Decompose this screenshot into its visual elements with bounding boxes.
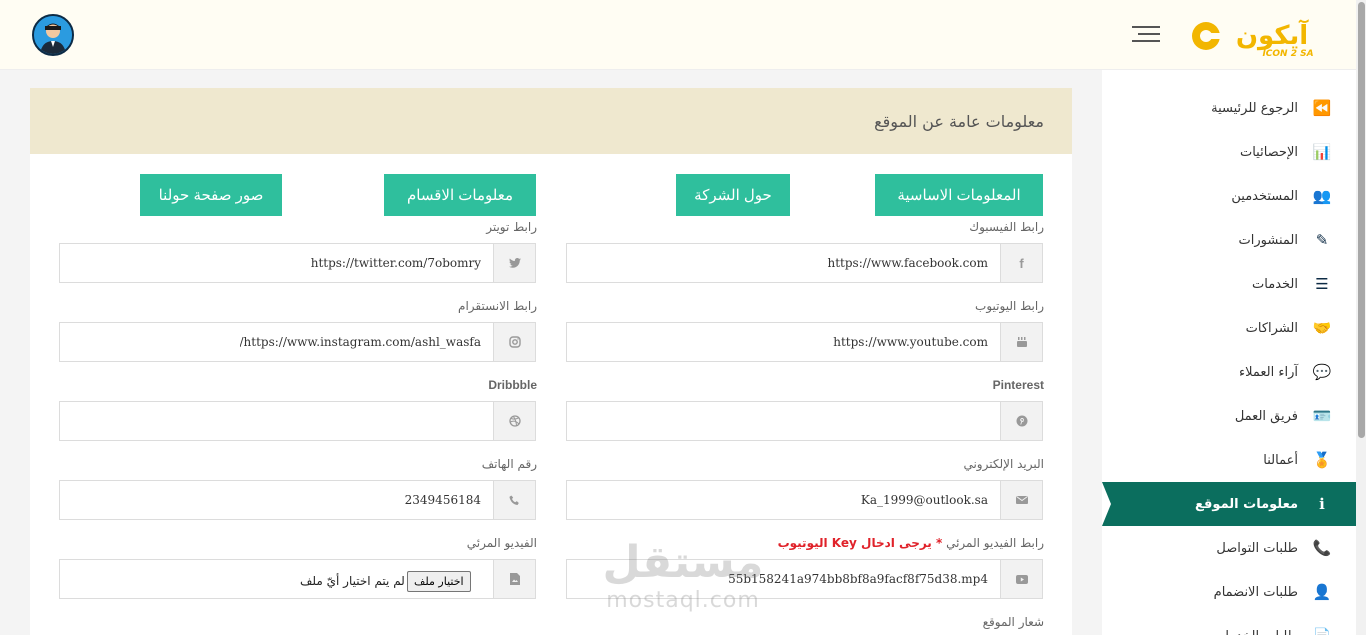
- video-file-label: الفيديو المرئي: [466, 536, 537, 550]
- envelope-icon: [1000, 481, 1042, 519]
- instagram-icon: [493, 323, 535, 361]
- sidebar-item-12[interactable]: طلبات الخدمات 📄: [1102, 614, 1356, 635]
- sidebar-item-9[interactable]: معلومات الموقع ℹ: [1102, 482, 1356, 526]
- video-file-field[interactable]: لم يتم اختيار أيّ ملف اختيار ملف: [59, 559, 536, 599]
- sidebar-item-0[interactable]: الرجوع للرئيسية ⏪: [1102, 86, 1356, 130]
- instagram-value: https://www.instagram.com/ashl_wasfa/: [239, 335, 482, 349]
- sidebar-item-3[interactable]: المنشورات ✎: [1102, 218, 1356, 262]
- youtube-field[interactable]: https://www.youtube.com: [566, 322, 1043, 362]
- twitter-icon: [493, 244, 535, 282]
- list-icon: ☰: [1315, 275, 1329, 293]
- edit-icon: ✎: [1315, 231, 1329, 249]
- video-play-icon: [1000, 560, 1042, 598]
- file-icon: 📄: [1312, 626, 1332, 635]
- comment-icon: 💬: [1312, 363, 1332, 381]
- site-logo[interactable]: آيكون ICON 2 SA: [1186, 10, 1330, 60]
- sidebar-item-10[interactable]: طلبات التواصل 📞: [1102, 526, 1356, 570]
- user-avatar-icon: [34, 16, 72, 54]
- facebook-field[interactable]: f https://www.facebook.com: [566, 243, 1043, 283]
- watermark: مستقل mostaql.com: [598, 538, 768, 622]
- menu-toggle-icon[interactable]: [1132, 26, 1160, 44]
- youtube-label: رابط اليوتيوب: [975, 299, 1044, 313]
- tab-about-company[interactable]: حول الشركة: [676, 174, 790, 216]
- sidebar-item-label: الشراكات: [1245, 320, 1298, 336]
- tab-sections-info[interactable]: معلومات الاقسام: [384, 174, 536, 216]
- id-badge-icon: 🪪: [1312, 407, 1332, 425]
- facebook-label: رابط الفيسبوك: [969, 220, 1044, 234]
- sidebar-item-1[interactable]: الإحصائيات 📊: [1102, 130, 1356, 174]
- phone-label: رقم الهاتف: [481, 457, 537, 471]
- dribbble-icon: [493, 402, 535, 440]
- facebook-value: https://www.facebook.com: [827, 256, 988, 270]
- email-label: البريد الإلكتروني: [963, 457, 1044, 471]
- sidebar-item-label: الإحصائيات: [1239, 144, 1298, 160]
- file-status-text: لم يتم اختيار أيّ ملف: [300, 574, 405, 588]
- sidebar-item-label: أعمالنا: [1263, 452, 1298, 468]
- instagram-label: رابط الانستقرام: [458, 299, 537, 313]
- sidebar-item-label: معلومات الموقع: [1195, 496, 1298, 512]
- sidebar-item-label: الخدمات: [1252, 276, 1298, 292]
- scrollbar-thumb[interactable]: [1358, 2, 1365, 438]
- choose-file-button[interactable]: اختيار ملف: [407, 571, 471, 592]
- page-title: معلومات عامة عن الموقع: [874, 111, 1044, 131]
- handshake-icon: 🤝: [1312, 319, 1332, 337]
- phone-value: 2349456184: [404, 493, 481, 507]
- youtube-icon: [1000, 323, 1042, 361]
- top-header: آيكون ICON 2 SA: [0, 0, 1356, 70]
- file-image-icon: [493, 560, 535, 598]
- sidebar-item-label: طلبات التواصل: [1216, 540, 1298, 556]
- dribbble-field[interactable]: [59, 401, 536, 441]
- user-avatar[interactable]: [32, 14, 74, 56]
- instagram-field[interactable]: https://www.instagram.com/ashl_wasfa/: [59, 322, 536, 362]
- user-icon: 👤: [1312, 583, 1332, 601]
- users-icon: 👥: [1312, 187, 1332, 205]
- twitter-field[interactable]: https://twitter.com/7obomry: [59, 243, 536, 283]
- pinterest-label: Pinterest: [992, 378, 1044, 392]
- sidebar-item-4[interactable]: الخدمات ☰: [1102, 262, 1356, 306]
- sidebar-item-label: آراء العملاء: [1239, 364, 1298, 380]
- watermark-arabic: مستقل: [602, 537, 764, 588]
- sidebar-item-5[interactable]: الشراكات 🤝: [1102, 306, 1356, 350]
- info-icon: ℹ: [1319, 495, 1325, 513]
- video-link-label-text: رابط الفيديو المرئي: [946, 536, 1044, 550]
- card-header: معلومات عامة عن الموقع: [30, 88, 1072, 154]
- twitter-value: https://twitter.com/7obomry: [310, 256, 481, 270]
- sidebar: الرجوع للرئيسية ⏪ الإحصائيات 📊 المستخدمين 👥 ال…: [1102, 70, 1356, 635]
- email-value: Ka_1999@outlook.sa: [860, 493, 988, 507]
- sidebar-item-label: المنشورات: [1238, 232, 1298, 248]
- pinterest-field[interactable]: [566, 401, 1043, 441]
- sidebar-item-label: فريق العمل: [1234, 408, 1298, 424]
- phone-icon: [493, 481, 535, 519]
- fast-backward-icon: ⏪: [1312, 99, 1332, 117]
- dribbble-label: Dribbble: [488, 378, 537, 392]
- video-link-note: * يرجى ادخال Key اليوتيوب: [777, 536, 943, 550]
- email-field[interactable]: Ka_1999@outlook.sa: [566, 480, 1043, 520]
- sidebar-item-label: طلبات الانضمام: [1213, 584, 1298, 600]
- sidebar-item-2[interactable]: المستخدمين 👥: [1102, 174, 1356, 218]
- site-info-card: معلومات عامة عن الموقع المعلومات الاساسي…: [30, 88, 1072, 635]
- pinterest-icon: [1000, 402, 1042, 440]
- sidebar-item-8[interactable]: أعمالنا 🏅: [1102, 438, 1356, 482]
- bar-chart-icon: 📊: [1312, 143, 1332, 161]
- tab-about-gallery[interactable]: صور صفحة حولنا: [140, 174, 282, 216]
- logo-icon: آيكون ICON 2 SA: [1192, 19, 1314, 59]
- svg-text:ICON 2 SA: ICON 2 SA: [1262, 49, 1313, 59]
- sidebar-item-label: طلبات الخدمات: [1213, 629, 1298, 635]
- twitter-label: رابط تويتر: [486, 220, 537, 234]
- youtube-value: https://www.youtube.com: [833, 335, 988, 349]
- svg-text:آيكون: آيكون: [1236, 19, 1309, 51]
- sidebar-item-7[interactable]: فريق العمل 🪪: [1102, 394, 1356, 438]
- watermark-english: mostaql.com: [606, 588, 760, 613]
- phone-field[interactable]: 2349456184: [59, 480, 536, 520]
- sidebar-item-label: الرجوع للرئيسية: [1211, 100, 1298, 116]
- phone-icon: 📞: [1312, 539, 1332, 557]
- tab-basic-info[interactable]: المعلومات الاساسية: [875, 174, 1043, 216]
- sidebar-item-6[interactable]: آراء العملاء 💬: [1102, 350, 1356, 394]
- facebook-icon: f: [1000, 244, 1042, 282]
- sidebar-item-label: المستخدمين: [1231, 188, 1298, 204]
- sidebar-item-11[interactable]: طلبات الانضمام 👤: [1102, 570, 1356, 614]
- award-icon: 🏅: [1312, 451, 1332, 469]
